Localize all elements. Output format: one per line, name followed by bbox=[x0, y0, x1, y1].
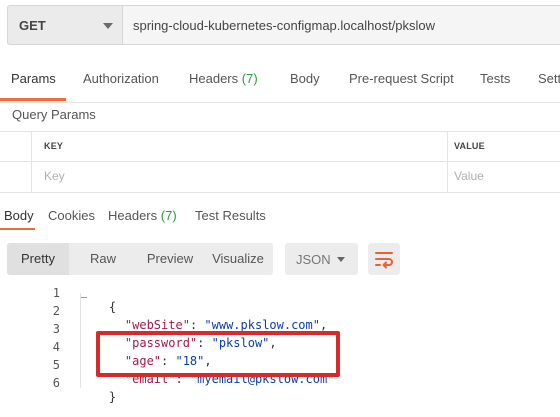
request-tabs: Params Authorization Headers (7) Body Pr… bbox=[0, 59, 560, 103]
line-number: 3 bbox=[52, 322, 60, 336]
value-input[interactable]: Value bbox=[454, 169, 484, 183]
tab-headers[interactable]: Headers (7) bbox=[189, 71, 258, 86]
tab-label: Headers bbox=[108, 208, 158, 223]
line-number: 1 bbox=[52, 286, 60, 300]
tab-label: Body bbox=[4, 208, 34, 223]
key-input[interactable]: Key bbox=[44, 169, 65, 183]
table-divider bbox=[0, 161, 560, 162]
tab-pre-request-script[interactable]: Pre-request Script bbox=[349, 71, 454, 86]
code-line: } bbox=[80, 376, 116, 417]
line-number: 4 bbox=[52, 340, 60, 354]
tab-label: Tests bbox=[480, 71, 511, 86]
method-label: GET bbox=[19, 18, 46, 33]
tab-label: Body bbox=[290, 71, 320, 86]
method-select[interactable]: GET bbox=[7, 5, 122, 45]
active-tab-indicator bbox=[0, 98, 66, 101]
key-column-header: KEY bbox=[44, 141, 64, 151]
view-visualize-button[interactable]: Visualize bbox=[203, 243, 273, 275]
wrap-lines-icon bbox=[375, 252, 393, 269]
tab-label: Cookies bbox=[48, 208, 95, 223]
tab-settings[interactable]: Sett bbox=[538, 71, 560, 86]
headers-count: (7) bbox=[241, 71, 258, 86]
query-params-table: KEY VALUE Key Value bbox=[0, 131, 560, 193]
tab-label: Authorization bbox=[83, 71, 159, 86]
tab-test-results[interactable]: Test Results bbox=[195, 208, 266, 223]
tab-label: Pre-request Script bbox=[349, 71, 454, 86]
response-tabs: Body Cookies Headers (7) Test Results bbox=[0, 205, 560, 231]
tab-cookies[interactable]: Cookies bbox=[48, 208, 95, 223]
tab-label: Sett bbox=[538, 71, 560, 86]
tab-response-body[interactable]: Body bbox=[4, 208, 34, 223]
wrap-lines-button[interactable] bbox=[368, 243, 400, 275]
view-mode-group: Pretty Raw Preview Visualize bbox=[7, 243, 273, 275]
view-preview-button[interactable]: Preview bbox=[137, 243, 203, 275]
headers-count: (7) bbox=[160, 208, 177, 223]
table-divider bbox=[0, 192, 560, 193]
line-number: 5 bbox=[52, 358, 60, 372]
table-divider bbox=[0, 131, 560, 132]
query-params-title: Query Params bbox=[12, 107, 96, 122]
json-punct: , bbox=[319, 318, 328, 332]
value-column-header: VALUE bbox=[454, 141, 485, 151]
line-number: 6 bbox=[52, 376, 60, 390]
table-divider bbox=[447, 131, 448, 193]
tab-label: Params bbox=[11, 71, 56, 86]
format-select[interactable]: JSON bbox=[285, 243, 358, 275]
tab-tests[interactable]: Tests bbox=[480, 71, 510, 86]
view-pretty-button[interactable]: Pretty bbox=[7, 243, 69, 275]
highlight-box bbox=[96, 331, 340, 377]
url-input[interactable] bbox=[122, 5, 560, 45]
tab-params[interactable]: Params bbox=[11, 71, 56, 86]
tab-body[interactable]: Body bbox=[290, 71, 320, 86]
tab-authorization[interactable]: Authorization bbox=[83, 71, 159, 86]
request-url-bar: GET bbox=[7, 5, 560, 45]
active-tab-indicator bbox=[0, 228, 35, 230]
format-label: JSON bbox=[296, 252, 331, 267]
tab-label: Headers bbox=[189, 71, 239, 86]
tab-response-headers[interactable]: Headers (7) bbox=[108, 208, 177, 223]
table-divider bbox=[31, 131, 32, 193]
chevron-down-icon bbox=[337, 257, 345, 262]
view-raw-button[interactable]: Raw bbox=[69, 243, 137, 275]
line-number: 2 bbox=[52, 304, 60, 318]
json-brace: } bbox=[108, 390, 117, 404]
chevron-down-icon bbox=[103, 23, 113, 29]
tab-label: Test Results bbox=[195, 208, 266, 223]
